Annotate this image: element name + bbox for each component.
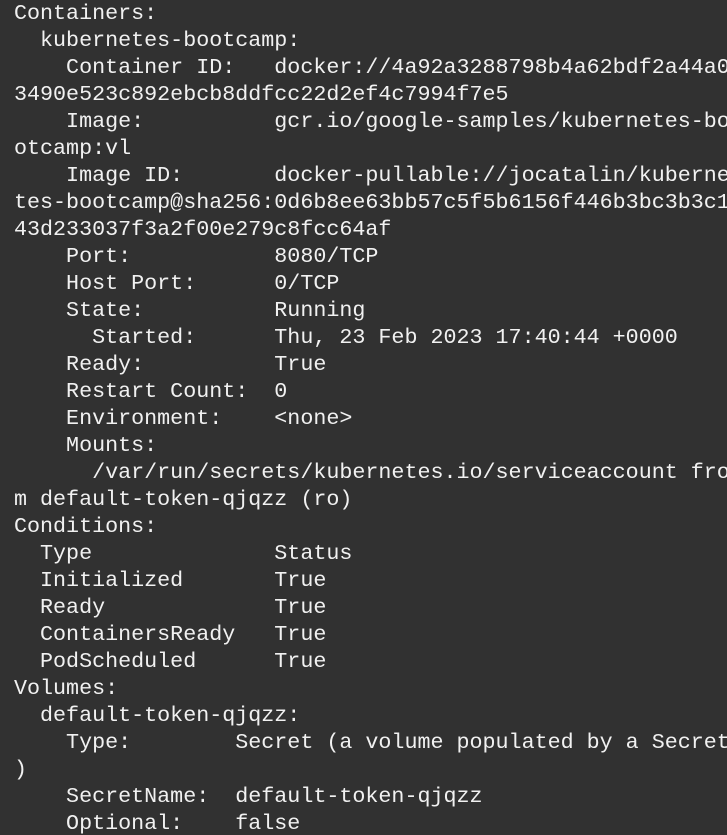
terminal-line: Port: 8080/TCP	[14, 244, 379, 269]
terminal-line: Environment: <none>	[14, 406, 353, 431]
terminal-line: m default-token-qjqzz (ro)	[14, 487, 353, 512]
terminal-line: tes-bootcamp@sha256:0d6b8ee63bb57c5f5b61…	[14, 190, 727, 215]
terminal-line: 43d233037f3a2f00e279c8fcc64af	[14, 217, 392, 242]
terminal-line: Started: Thu, 23 Feb 2023 17:40:44 +0000	[14, 325, 678, 350]
terminal-line: default-token-qjqzz:	[14, 703, 301, 728]
terminal-line: Volumes:	[14, 676, 119, 701]
terminal-line: kubernetes-bootcamp:	[14, 28, 301, 53]
terminal-line: otcamp:vl	[14, 136, 132, 161]
terminal-line: )	[14, 757, 28, 782]
terminal-line: State: Running	[14, 298, 366, 323]
terminal-line: Restart Count: 0	[14, 379, 288, 404]
terminal-line: Mounts:	[14, 433, 158, 458]
terminal-line: Type Status	[14, 541, 353, 566]
terminal-line: Container ID: docker://4a92a3288798b4a62…	[14, 55, 727, 80]
terminal-line: Image: gcr.io/google-samples/kubernetes-…	[14, 109, 727, 134]
terminal-line: Ready: True	[14, 352, 327, 377]
terminal-line: Optional: false	[14, 811, 301, 835]
terminal-line: Ready True	[14, 595, 327, 620]
terminal-line: Host Port: 0/TCP	[14, 271, 340, 296]
terminal-line: Containers:	[14, 1, 158, 26]
terminal-line: /var/run/secrets/kubernetes.io/serviceac…	[14, 460, 727, 485]
terminal-line: Conditions:	[14, 514, 158, 539]
terminal-line: Type: Secret (a volume populated by a Se…	[14, 730, 727, 755]
terminal-output[interactable]: Containers: kubernetes-bootcamp: Contain…	[0, 0, 727, 835]
terminal-line: SecretName: default-token-qjqzz	[14, 784, 483, 809]
terminal-line: 3490e523c892ebcb8ddfcc22d2ef4c7994f7e5	[14, 82, 509, 107]
terminal-line: ContainersReady True	[14, 622, 327, 647]
terminal-line: Image ID: docker-pullable://jocatalin/ku…	[14, 163, 727, 188]
terminal-line: Initialized True	[14, 568, 327, 593]
terminal-line: PodScheduled True	[14, 649, 327, 674]
